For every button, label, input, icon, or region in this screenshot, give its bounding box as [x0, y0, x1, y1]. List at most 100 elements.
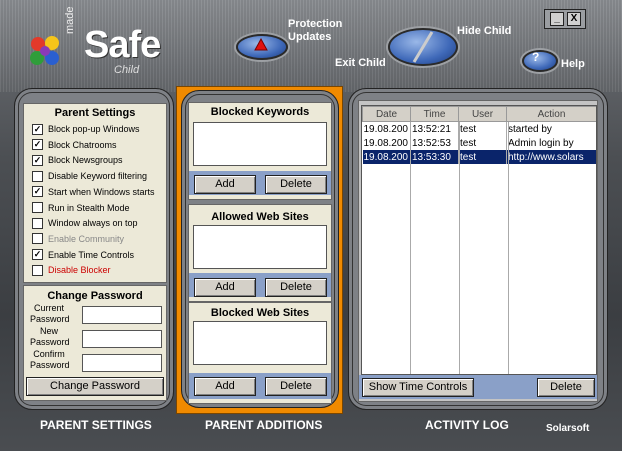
checkbox-label: Enable Community	[48, 233, 125, 244]
table-cell: test	[458, 121, 507, 136]
footer-activity-log[interactable]: ACTIVITY LOG	[425, 418, 509, 432]
table-cell: test	[458, 136, 507, 150]
show-time-controls-button[interactable]: Show Time Controls	[362, 378, 474, 397]
table-cell: Admin login by	[506, 136, 596, 150]
confirm-password-label: Confirm Password	[30, 349, 70, 370]
checked-checkbox-icon[interactable]: ✓	[32, 249, 43, 261]
checkbox-row[interactable]: Window always on top	[32, 216, 138, 230]
column-header-time[interactable]: Time	[410, 106, 459, 122]
checked-checkbox-icon[interactable]: ✓	[32, 186, 43, 198]
change-password-group: Change Password Current Password New Passw…	[23, 285, 167, 401]
change-password-button[interactable]: Change Password	[26, 377, 164, 396]
checkbox-row[interactable]: Enable Community	[32, 232, 124, 246]
table-cell: 13:53:30	[410, 150, 459, 164]
new-password-label: New Password	[30, 326, 70, 347]
add-blocked-site-button[interactable]: Add	[194, 377, 256, 396]
table-cell: http://www.solars	[506, 150, 596, 164]
blocked-keywords-group: Blocked Keywords Add Delete	[188, 102, 332, 200]
checkbox-row[interactable]: ✓ Block pop-up Windows	[32, 122, 140, 136]
checkbox-label: Disable Keyword filtering	[48, 171, 148, 182]
footer-parent-settings[interactable]: PARENT SETTINGS	[40, 418, 152, 432]
question-icon: ?	[532, 50, 540, 64]
checkbox-row[interactable]: ✓ Enable Time Controls	[32, 248, 134, 262]
table-cell: 13:52:53	[410, 136, 459, 150]
checked-checkbox-icon[interactable]: ✓	[32, 123, 43, 135]
close-button[interactable]: X	[567, 12, 581, 26]
logo-made: made	[64, 6, 76, 34]
blocked-keywords-list[interactable]	[193, 122, 327, 166]
blocked-sites-title: Blocked Web Sites	[210, 307, 310, 319]
checkbox-icon[interactable]	[32, 233, 43, 245]
delete-keyword-button[interactable]: Delete	[265, 175, 327, 194]
column-divider	[508, 122, 509, 374]
checked-checkbox-icon[interactable]: ✓	[32, 154, 43, 166]
table-row[interactable]: 19.08.200 13:53:30 test http://www.solars	[362, 150, 596, 164]
checkbox-icon[interactable]	[32, 170, 43, 182]
checkbox-label: Block pop-up Windows	[48, 124, 140, 134]
checked-checkbox-icon[interactable]: ✓	[32, 139, 43, 151]
checkbox-row[interactable]: Disable Keyword filtering	[32, 169, 147, 183]
column-divider	[410, 122, 411, 374]
parent-settings-group: Parent Settings ✓ Block pop-up Windows ✓ Bl…	[23, 103, 167, 283]
blocked-sites-list[interactable]	[193, 321, 327, 365]
blocked-keywords-title: Blocked Keywords	[210, 106, 310, 118]
table-cell: 19.08.200	[362, 136, 411, 150]
hide-child-label[interactable]: Hide Child	[457, 25, 511, 37]
current-password-label: Current Password	[30, 303, 70, 324]
parent-settings-title: Parent Settings	[54, 107, 136, 119]
checkbox-label: Start when Windows starts	[48, 186, 155, 197]
help-label[interactable]: Help	[561, 58, 585, 70]
checkbox-label: Enable Time Controls	[48, 249, 135, 260]
current-password-field[interactable]	[82, 306, 162, 324]
protection-label: Protection	[288, 18, 343, 30]
help-button[interactable]	[522, 50, 558, 72]
app-window: _ X made Safe Child Protection Updates E…	[0, 0, 622, 451]
table-cell: 13:52:21	[410, 121, 459, 136]
minimize-button[interactable]: _	[550, 12, 564, 26]
table-row[interactable]: 19.08.200 13:52:21 test started by	[362, 121, 596, 136]
updates-label: Updates	[288, 31, 332, 43]
table-cell: 19.08.200	[362, 150, 411, 164]
allowed-sites-list[interactable]	[193, 225, 327, 269]
table-cell: 19.08.200	[362, 121, 411, 136]
checkbox-row[interactable]: Disable Blocker	[32, 263, 111, 277]
table-cell: started by	[506, 121, 596, 136]
table-row[interactable]: 19.08.200 13:52:53 test Admin login by	[362, 136, 596, 150]
delete-allowed-site-button[interactable]: Delete	[265, 278, 327, 297]
puzzle-logo-icon	[30, 36, 59, 65]
column-header-user[interactable]: User	[458, 106, 507, 122]
logo-safe: Safe	[84, 24, 161, 66]
add-keyword-button[interactable]: Add	[194, 175, 256, 194]
checkbox-icon[interactable]	[32, 202, 43, 213]
activity-log-group: Date Time User Action 19.08.200 13:52:21 t…	[358, 100, 598, 402]
checkbox-label: Disable Blocker	[48, 265, 111, 276]
footer-parent-additions[interactable]: PARENT ADDITIONS	[205, 418, 322, 432]
add-allowed-site-button[interactable]: Add	[194, 278, 256, 297]
checkbox-row[interactable]: ✓ Block Newsgroups	[32, 153, 123, 167]
divider-slash-icon	[412, 31, 434, 63]
checkbox-row[interactable]: ✓ Block Chatrooms	[32, 138, 117, 152]
column-header-action[interactable]: Action	[506, 106, 596, 122]
checkbox-row[interactable]: Run in Stealth Mode	[32, 201, 130, 215]
delete-log-button[interactable]: Delete	[537, 378, 595, 397]
table-cell: test	[458, 150, 507, 164]
new-password-field[interactable]	[82, 330, 162, 348]
column-divider	[459, 122, 460, 374]
blocked-sites-group: Blocked Web Sites Add Delete	[188, 302, 332, 404]
checkbox-row[interactable]: ✓ Start when Windows starts	[32, 185, 155, 199]
checkbox-icon[interactable]	[32, 264, 43, 276]
logo-child: Child	[114, 64, 140, 76]
activity-log-list[interactable]: Date Time User Action 19.08.200 13:52:21 t…	[361, 105, 597, 375]
checkbox-label: Run in Stealth Mode	[48, 202, 130, 213]
activity-log-table: Date Time User Action 19.08.200 13:52:21 t…	[362, 106, 596, 164]
allowed-sites-title: Allowed Web Sites	[211, 211, 309, 223]
solarsoft-brand: Solarsoft	[546, 423, 590, 434]
confirm-password-field[interactable]	[82, 354, 162, 372]
delete-blocked-site-button[interactable]: Delete	[265, 377, 327, 396]
checkbox-label: Block Newsgroups	[48, 155, 123, 166]
checkbox-icon[interactable]	[32, 217, 43, 229]
up-arrow-icon	[254, 38, 268, 51]
checkbox-label: Block Chatrooms	[48, 139, 117, 150]
column-header-date[interactable]: Date	[362, 106, 411, 122]
exit-child-label[interactable]: Exit Child	[335, 57, 386, 69]
